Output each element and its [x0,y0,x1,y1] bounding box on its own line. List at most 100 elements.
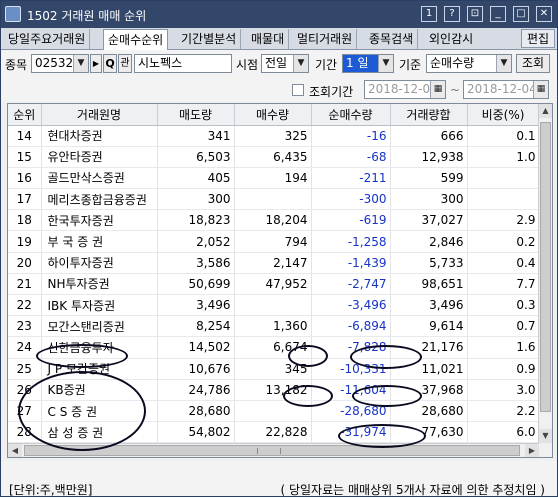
cell-sell: 54,802 [157,421,235,444]
table-row[interactable]: 23 모간스탠리증권 8,254 1,360 -6,894 9,614 0.7 [8,315,540,338]
table-row[interactable]: 27 C S 증 권 28,680 -28,680 28,680 2.2 [8,400,540,423]
cell-broker-name: 신한금융투자 [41,336,158,359]
calendar-icon[interactable]: ▦ [533,81,548,98]
tab-supply-zone[interactable]: 매물대 [247,29,290,49]
table-row[interactable]: 24 신한금융투자 14,502 6,674 -7,828 21,176 1.6 [8,336,540,359]
close-button[interactable]: ✕ [536,6,552,22]
cell-rank: 22 [8,294,42,317]
col-buy-volume[interactable]: 매수량 [234,104,312,126]
col-ratio[interactable]: 비중(%) [467,104,540,126]
cell-total: 12,938 [390,146,468,168]
tab-period-analysis[interactable]: 기간별분석 [177,29,242,49]
link-number-button[interactable]: 1 [421,6,437,22]
cell-sell: 10,676 [157,358,235,380]
cell-rank: 14 [8,125,42,147]
search-icon[interactable]: Q [103,54,117,73]
tab-daily-brokers[interactable]: 당일주요거래원 [4,29,91,49]
table-row[interactable]: 22 IBK 투자증권 3,496 -3,496 3,496 0.3 [8,294,540,317]
query-button[interactable]: 조회 [516,54,550,73]
scroll-right-icon[interactable]: ▶ [525,444,539,457]
hscroll-thumb[interactable] [24,445,520,456]
cell-ratio [467,167,540,190]
range-checkbox[interactable] [292,84,304,96]
tab-foreign-watch[interactable]: 외인감시 [425,29,477,49]
range-label: 조회기간 [309,85,354,99]
register-stock-button[interactable]: 관 [118,54,132,73]
calendar-icon[interactable]: ▦ [430,81,445,98]
cell-sell: 8,254 [157,315,235,338]
tab-multi-broker[interactable]: 멀티거래원 [293,29,358,49]
scroll-up-icon[interactable]: ▲ [539,104,552,118]
date-from-field[interactable]: 2018-12-04 ▦ [364,80,446,99]
table-row[interactable]: 14 현대차증권 341 325 -16 666 0.1 [8,125,540,147]
scroll-left-icon[interactable]: ◀ [8,444,22,457]
scroll-thumb[interactable] [540,122,551,412]
stock-code-field[interactable]: 025320 ▼ [31,54,89,73]
tab-bar: 당일주요거래원 순매수순위 기간별분석 매물대 멀티거래원 종목검색 외인감시 … [1,28,557,50]
cell-buy: 47,952 [234,273,312,296]
table-row[interactable]: 20 하이투자증권 3,586 2,147 -1,439 5,733 0.4 [8,252,540,274]
cell-buy [234,294,312,317]
cell-buy: 6,674 [234,336,312,359]
table-row[interactable]: 18 한국투자증권 18,823 18,204 -619 37,027 2.9 [8,209,540,232]
table-row[interactable]: 15 유안타증권 6,503 6,435 -68 12,938 1.0 [8,146,540,168]
pin-button[interactable]: ⊡ [467,6,483,22]
maximize-button[interactable]: □ [513,6,529,22]
period-select[interactable]: 1 일 ▼ [342,54,394,73]
table-row[interactable]: 28 삼 성 증 권 54,802 22,828 -31,974 77,630 6.0 [8,421,540,444]
vertical-scrollbar[interactable]: ▲ ▼ [538,104,552,457]
stock-name-field[interactable]: 시노펙스 [134,54,232,73]
chevron-down-icon[interactable]: ▼ [73,55,88,72]
chevron-down-icon[interactable]: ▼ [293,55,308,72]
cell-rank: 17 [8,188,42,211]
next-stock-button[interactable]: ▶ [90,54,102,73]
cell-sell: 341 [157,125,235,147]
cell-broker-name: 현대차증권 [41,125,158,147]
stock-label: 종목 [5,58,28,72]
chevron-down-icon[interactable]: ▼ [496,55,511,72]
cell-broker-name: IBK 투자증권 [41,294,158,317]
basis-select[interactable]: 순매수량 ▼ [426,54,512,73]
col-total-volume[interactable]: 거래량합 [390,104,468,126]
cell-ratio: 0.7 [467,315,540,338]
help-button[interactable]: ? [444,6,460,22]
basis-select-value: 순매수량 [430,56,475,70]
time-label: 시점 [236,58,259,72]
time-select[interactable]: 전일 ▼ [261,54,309,73]
cell-broker-name: KB증권 [41,379,158,401]
cell-ratio: 0.2 [467,230,540,253]
cell-sell: 50,699 [157,273,235,296]
cell-net-buy: -7,828 [311,336,391,359]
col-net-buy[interactable]: 순매수량 [311,104,391,126]
horizontal-scrollbar[interactable]: ◀ ▶ [8,443,539,457]
table-row[interactable]: 25 J P 모간증권 10,676 345 -10,331 11,021 0.9 [8,358,540,380]
cell-sell: 300 [157,188,235,211]
col-rank[interactable]: 순위 [8,104,42,126]
edit-button[interactable]: 편집 [521,29,555,48]
cell-broker-name: 유안타증권 [41,146,158,168]
chevron-down-icon[interactable]: ▼ [378,55,393,72]
cell-rank: 24 [8,336,42,359]
cell-broker-name: 하이투자증권 [41,252,158,274]
cell-rank: 19 [8,230,42,253]
cell-net-buy: -16 [311,125,391,147]
cell-ratio: 0.1 [467,125,540,147]
table-row[interactable]: 17 메리츠종합금융증권 300 -300 300 [8,188,540,211]
cell-broker-name: 모간스탠리증권 [41,315,158,338]
cell-total: 300 [390,188,468,211]
col-sell-volume[interactable]: 매도량 [157,104,235,126]
cell-net-buy: -1,439 [311,252,391,274]
tab-net-buy-rank[interactable]: 순매수순위 [103,29,169,50]
table-row[interactable]: 26 KB증권 24,786 13,182 -11,604 37,968 3.0 [8,379,540,401]
col-broker-name[interactable]: 거래원명 [41,104,158,126]
table-row[interactable]: 16 골드만삭스증권 405 194 -211 599 [8,167,540,190]
date-to-field[interactable]: 2018-12-04 ▦ [463,80,549,99]
cell-buy [234,400,312,423]
cell-net-buy: -2,747 [311,273,391,296]
minimize-button[interactable]: _ [490,6,506,22]
cell-broker-name: 부 국 증 권 [41,230,158,253]
table-row[interactable]: 19 부 국 증 권 2,052 794 -1,258 2,846 0.2 [8,230,540,253]
scroll-down-icon[interactable]: ▼ [539,429,552,443]
table-row[interactable]: 21 NH투자증권 50,699 47,952 -2,747 98,651 7.7 [8,273,540,296]
tab-stock-search[interactable]: 종목검색 [365,29,419,49]
